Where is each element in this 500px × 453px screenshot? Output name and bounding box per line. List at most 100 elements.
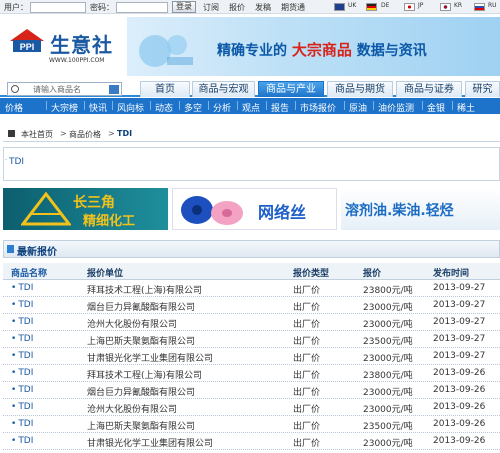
col-type: 报价类型 bbox=[293, 269, 330, 279]
subnav-item-price[interactable]: 价格 bbox=[5, 101, 23, 114]
table-row[interactable]: TDI 沧州大化股份有限公司 出厂价 23000元/吨 2013-09-27 bbox=[3, 314, 500, 331]
cell-company[interactable]: 上海巴斯夫聚氨酯有限公司 bbox=[87, 334, 195, 347]
kr-flag-icon[interactable] bbox=[440, 3, 451, 11]
cell-product[interactable]: TDI bbox=[11, 334, 33, 344]
cell-product[interactable]: TDI bbox=[11, 385, 33, 395]
subnav-item-news[interactable]: 快讯 bbox=[89, 101, 107, 114]
cell-product[interactable]: TDI bbox=[11, 368, 33, 378]
tab-research[interactable]: 研究 bbox=[465, 81, 500, 97]
link-post[interactable]: 发稿 bbox=[255, 2, 271, 13]
ad-banner-solvent-oil[interactable]: 溶剂油.柴油.轻烃 bbox=[341, 188, 500, 230]
cell-date: 2013-09-27 bbox=[433, 317, 486, 327]
price-table: 商品名称 报价单位 报价类型 报价 发布时间 TDI 拜耳技术工程(上海)有限公司… bbox=[3, 263, 500, 450]
cell-company[interactable]: 烟台巨力异氰酸酯有限公司 bbox=[87, 300, 195, 313]
subnav-item-ranking[interactable]: 大宗榜 bbox=[51, 101, 78, 114]
cell-date: 2013-09-26 bbox=[433, 368, 486, 378]
table-row[interactable]: TDI 拜耳技术工程(上海)有限公司 出厂价 23800元/吨 2013-09-26 bbox=[3, 365, 500, 382]
subnav-item-analysis[interactable]: 分析 bbox=[213, 101, 231, 114]
link-subscribe[interactable]: 订阅 bbox=[203, 2, 219, 13]
cell-product[interactable]: TDI bbox=[11, 419, 33, 429]
cell-company[interactable]: 上海巴斯夫聚氨酯有限公司 bbox=[87, 419, 195, 432]
logo-name[interactable]: 生意社 bbox=[50, 29, 113, 58]
login-button[interactable]: 登录 bbox=[172, 1, 196, 13]
crumb-home[interactable]: 本社首页 bbox=[21, 129, 53, 140]
cell-price: 23800元/吨 bbox=[363, 286, 413, 296]
subnav-item-oil-monitor[interactable]: 油价监测 bbox=[378, 101, 414, 114]
cell-company[interactable]: 甘肃银光化学工业集团有限公司 bbox=[87, 436, 213, 449]
latest-quotes-header bbox=[3, 240, 500, 258]
cell-product[interactable]: TDI bbox=[11, 402, 33, 412]
table-row[interactable]: TDI 甘肃银光化学工业集团有限公司 出厂价 23000元/吨 2013-09-27 bbox=[3, 348, 500, 365]
lang-uk[interactable]: UK bbox=[348, 2, 356, 9]
cell-date: 2013-09-26 bbox=[433, 419, 486, 429]
product-box bbox=[3, 147, 500, 181]
subnav-sep: | bbox=[178, 101, 182, 111]
subnav-item-indicator[interactable]: 风向标 bbox=[117, 101, 144, 114]
tab-securities[interactable]: 商品与证券 bbox=[396, 81, 462, 97]
subnav-item-longshort[interactable]: 多空 bbox=[184, 101, 202, 114]
ad-banner-yangtze[interactable]: 长三角 精细化工 bbox=[3, 188, 168, 230]
cell-product[interactable]: TDI bbox=[11, 300, 33, 310]
cell-company[interactable]: 拜耳技术工程(上海)有限公司 bbox=[87, 283, 202, 296]
cell-product[interactable]: TDI bbox=[11, 283, 33, 293]
subnav-sep: | bbox=[236, 101, 240, 111]
subnav-item-market-quote[interactable]: 市场报价 bbox=[300, 101, 336, 114]
ad-banner-mesh-yarn[interactable]: 网络丝 bbox=[172, 188, 337, 230]
cell-price: 23000元/吨 bbox=[363, 354, 413, 364]
cell-company[interactable]: 甘肃银光化学工业集团有限公司 bbox=[87, 351, 213, 364]
search-button[interactable] bbox=[109, 85, 119, 94]
link-quote[interactable]: 报价 bbox=[229, 2, 245, 13]
table-row[interactable]: TDI 上海巴斯夫聚氨酯有限公司 出厂价 23500元/吨 2013-09-26 bbox=[3, 416, 500, 433]
table-row[interactable]: TDI 上海巴斯夫聚氨酯有限公司 出厂价 23500元/吨 2013-09-27 bbox=[3, 331, 500, 348]
table-row[interactable]: TDI 烟台巨力异氰酸酯有限公司 出厂价 23000元/吨 2013-09-27 bbox=[3, 297, 500, 314]
lang-ru[interactable]: RU bbox=[488, 2, 497, 9]
cell-price: 23500元/吨 bbox=[363, 422, 413, 432]
cell-product[interactable]: TDI bbox=[11, 436, 33, 446]
tab-home[interactable]: 首页 bbox=[140, 81, 190, 97]
lang-kr[interactable]: KR bbox=[454, 2, 462, 9]
cell-company[interactable]: 烟台巨力异氰酸酯有限公司 bbox=[87, 385, 195, 398]
cell-product[interactable]: TDI bbox=[11, 317, 33, 327]
subnav-sep: | bbox=[265, 101, 269, 111]
jp-flag-icon[interactable] bbox=[404, 3, 415, 11]
crumb-sep: > bbox=[60, 129, 67, 138]
subnav-item-crude[interactable]: 原油 bbox=[349, 101, 367, 114]
table-row[interactable]: TDI 烟台巨力异氰酸酯有限公司 出厂价 23000元/吨 2013-09-26 bbox=[3, 382, 500, 399]
crumb-prices[interactable]: 商品价格 bbox=[69, 129, 101, 140]
subnav-item-report[interactable]: 报告 bbox=[271, 101, 289, 114]
de-flag-icon[interactable] bbox=[366, 3, 377, 11]
section-title: 最新报价 bbox=[17, 247, 57, 258]
ru-flag-icon[interactable] bbox=[474, 3, 485, 11]
cell-product[interactable]: TDI bbox=[11, 351, 33, 361]
password-input[interactable] bbox=[116, 2, 168, 13]
link-futures[interactable]: 期货通 bbox=[281, 2, 305, 13]
tab-futures[interactable]: 商品与期货 bbox=[327, 81, 393, 97]
cell-price: 23000元/吨 bbox=[363, 303, 413, 313]
product-name[interactable]: TDI bbox=[9, 157, 24, 167]
search-box[interactable]: 请输入商品名 bbox=[7, 82, 122, 96]
ppi-logo-icon[interactable]: PPI bbox=[10, 29, 44, 55]
cell-company[interactable]: 沧州大化股份有限公司 bbox=[87, 317, 177, 330]
tab-macro[interactable]: 商品与宏观 bbox=[192, 81, 255, 97]
subnav-item-rare-earth[interactable]: 稀土 bbox=[457, 101, 475, 114]
search-input[interactable]: 请输入商品名 bbox=[33, 84, 81, 95]
subnav-item-opinion[interactable]: 观点 bbox=[242, 101, 260, 114]
cell-company[interactable]: 沧州大化股份有限公司 bbox=[87, 402, 177, 415]
cell-date: 2013-09-26 bbox=[433, 385, 486, 395]
cell-date: 2013-09-27 bbox=[433, 351, 486, 361]
table-row[interactable]: TDI 甘肃银光化学工业集团有限公司 出厂价 23000元/吨 2013-09-26 bbox=[3, 433, 500, 450]
header-banner[interactable]: 精确专业的 大宗商品 数据与资讯 bbox=[127, 17, 500, 76]
username-input[interactable] bbox=[30, 2, 86, 13]
subnav-item-dynamics[interactable]: 动态 bbox=[155, 101, 173, 114]
cell-type: 出厂价 bbox=[293, 286, 321, 296]
cell-company[interactable]: 拜耳技术工程(上海)有限公司 bbox=[87, 368, 202, 381]
subnav-item-gold-silver[interactable]: 金银 bbox=[427, 101, 445, 114]
lang-jp[interactable]: JP bbox=[418, 2, 423, 9]
lang-de[interactable]: DE bbox=[381, 2, 389, 9]
cell-price: 23800元/吨 bbox=[363, 371, 413, 381]
table-row[interactable]: TDI 沧州大化股份有限公司 出厂价 23000元/吨 2013-09-26 bbox=[3, 399, 500, 416]
cell-price: 23000元/吨 bbox=[363, 388, 413, 398]
uk-flag-icon[interactable] bbox=[334, 3, 345, 11]
tab-industry[interactable]: 商品与产业 bbox=[258, 81, 324, 97]
table-row[interactable]: TDI 拜耳技术工程(上海)有限公司 出厂价 23800元/吨 2013-09-27 bbox=[3, 280, 500, 297]
